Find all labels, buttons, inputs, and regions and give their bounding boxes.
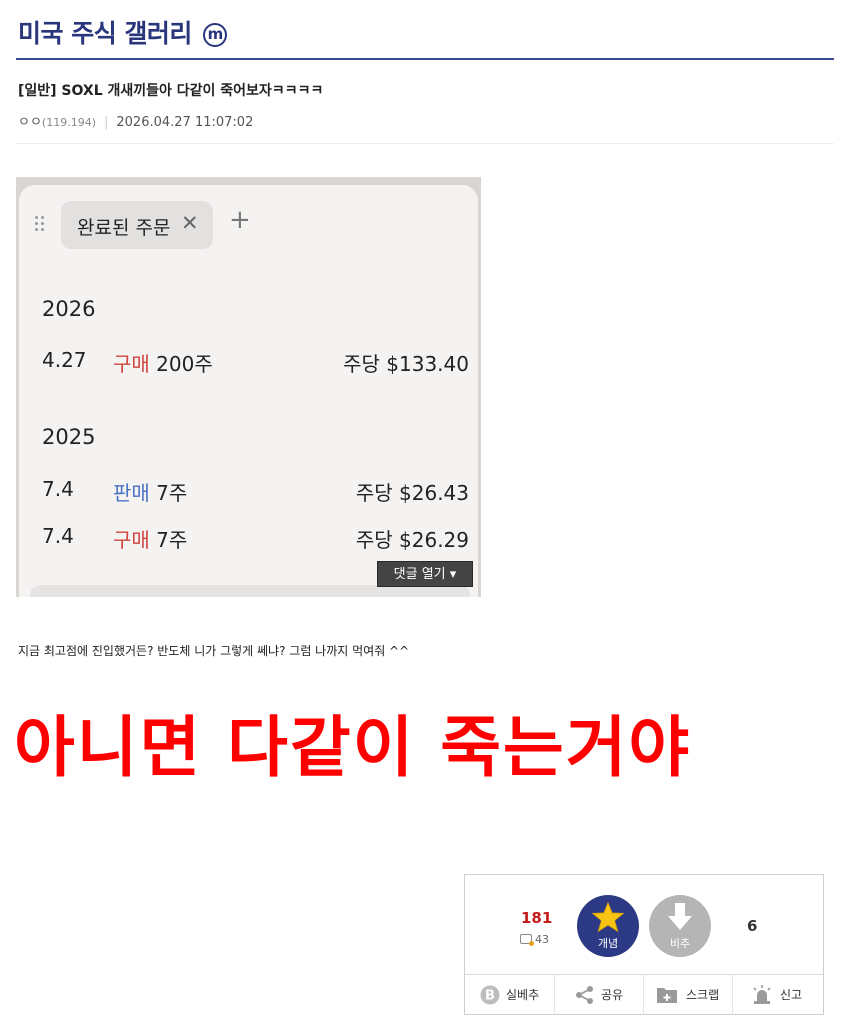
order-type-qty: 구매 200주 (113, 348, 213, 377)
tab-label: 완료된 주문 (77, 217, 171, 239)
svg-text:B: B (485, 989, 495, 1004)
scrap-label: 스크랩 (686, 988, 720, 1002)
order-type: 구매 (113, 528, 150, 552)
year-heading: 2025 (42, 425, 96, 449)
post-action-bar: B 실베추 공유 스크랩 신고 (465, 974, 823, 1015)
downvote-count: 6 (747, 917, 758, 935)
tab-completed-orders: 완료된 주문 ✕ (61, 201, 213, 249)
minor-gallery-icon: m (203, 23, 228, 47)
plus-icon: + (229, 205, 251, 235)
order-price: 주당 $26.43 (355, 481, 469, 505)
fixed-upvote-count: 43 (520, 933, 549, 946)
post-title: [일반] SOXL 개새끼들아 다같이 죽어보자ㅋㅋㅋㅋ (18, 83, 324, 99)
upvote-label: 개념 (597, 937, 619, 950)
vote-box: 181 43 개념 비추 6 B 실베추 공유 스크랩 신고 (464, 874, 824, 1015)
share-label: 공유 (601, 988, 624, 1002)
folder-plus-icon (657, 988, 677, 1003)
post-author[interactable]: ㅇㅇ (18, 115, 42, 130)
meta-divider: | (104, 115, 109, 130)
drag-handle-icon (35, 216, 45, 232)
scrap-button[interactable]: 스크랩 (643, 975, 732, 1015)
order-type-qty: 판매 7주 (113, 477, 187, 506)
best-recommend-button[interactable]: B 실베추 (465, 975, 554, 1015)
upvote-button[interactable]: 개념 (577, 895, 639, 957)
gallery-title[interactable]: 미국 주식 갤러리 m (18, 14, 228, 50)
order-qty: 7주 (149, 481, 188, 505)
fixed-user-icon (520, 934, 534, 946)
order-price: 주당 $133.40 (343, 352, 469, 376)
order-date: 7.4 (42, 477, 74, 501)
post-meta: ㅇㅇ(119.194) | 2026.04.27 11:07:02 (18, 111, 253, 130)
arrow-down-icon (668, 903, 692, 930)
share-icon (576, 986, 593, 1004)
best-recommend-label: 실베추 (506, 988, 540, 1002)
order-type-qty: 구매 7주 (113, 524, 187, 553)
star-icon (592, 901, 624, 933)
close-icon: ✕ (181, 211, 199, 235)
upvote-count: 181 (521, 909, 553, 927)
report-label: 신고 (780, 988, 803, 1002)
post-datetime: 2026.04.27 11:07:02 (116, 115, 254, 130)
fixed-upvote-number: 43 (535, 933, 549, 946)
downvote-button[interactable]: 비추 (649, 895, 711, 957)
order-qty: 7주 (149, 528, 188, 552)
order-type: 판매 (113, 481, 150, 505)
share-button[interactable]: 공유 (554, 975, 643, 1015)
attached-image[interactable]: 완료된 주문 ✕ + 2026 4.27 구매 200주 주당 $133.40 … (16, 177, 481, 597)
order-date: 7.4 (42, 524, 74, 548)
siren-icon (753, 985, 771, 1004)
gallery-header: 미국 주식 갤러리 m (16, 10, 834, 60)
order-date: 4.27 (42, 348, 87, 372)
report-button[interactable]: 신고 (732, 975, 823, 1015)
year-heading: 2026 (42, 297, 96, 321)
post-ip: (119.194) (41, 116, 96, 129)
open-comments-button[interactable]: 댓글 열기 ▾ (377, 561, 473, 587)
divider (16, 143, 834, 144)
order-qty: 200주 (149, 352, 213, 376)
gallery-title-text[interactable]: 미국 주식 갤러리 (18, 19, 192, 48)
post-big-text: 아니면 다같이 죽는거야 (14, 709, 692, 786)
order-price: 주당 $26.29 (355, 528, 469, 552)
orders-panel: 완료된 주문 ✕ + 2026 4.27 구매 200주 주당 $133.40 … (19, 185, 478, 597)
post-body-text: 지금 최고점에 진입했거든? 반도체 니가 그렇게 쎄냐? 그럼 나까지 먹여줘… (18, 644, 410, 658)
order-type: 구매 (113, 352, 150, 376)
downvote-label: 비추 (669, 937, 691, 950)
b-circle-icon: B (480, 985, 500, 1005)
